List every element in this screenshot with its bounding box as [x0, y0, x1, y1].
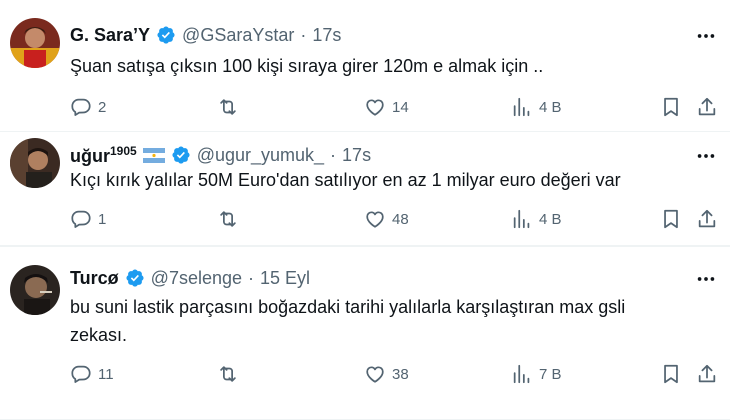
- display-name[interactable]: Turcø: [70, 268, 119, 289]
- tweet-header: G. Sara’Y @GSaraYstar · 17s: [70, 22, 341, 48]
- separator-dot: ·: [330, 144, 337, 165]
- view-count: 7 B: [539, 365, 562, 383]
- tweet-1[interactable]: G. Sara’Y @GSaraYstar · 17s Şuan satışa …: [0, 0, 730, 132]
- timestamp[interactable]: 15 Eyl: [260, 268, 310, 289]
- retweet-icon: [220, 99, 236, 115]
- separator-dot: ·: [248, 267, 255, 288]
- like-button[interactable]: 48: [364, 206, 409, 232]
- avatar-image: [10, 18, 60, 68]
- reply-count: 11: [98, 365, 114, 383]
- share-icon: [698, 97, 716, 116]
- heart-icon: [366, 99, 384, 116]
- display-name-superscript: 1905: [110, 143, 137, 158]
- more-options-icon[interactable]: [694, 24, 718, 48]
- view-count: 4 B: [539, 98, 562, 116]
- tweet-3[interactable]: Turcø @7selenge · 15 Eyl bu suni lastik …: [0, 246, 730, 420]
- display-name-text: uğur: [70, 145, 110, 166]
- views-icon: [513, 97, 530, 117]
- reply-icon: [71, 365, 91, 383]
- like-count: 14: [392, 98, 409, 116]
- view-count: 4 B: [539, 210, 562, 228]
- display-name[interactable]: G. Sara’Y: [70, 25, 150, 46]
- views-button[interactable]: 7 B: [511, 361, 562, 387]
- like-button[interactable]: 14: [364, 94, 409, 120]
- separator-dot: ·: [300, 24, 307, 45]
- share-button[interactable]: [696, 94, 718, 120]
- reply-button[interactable]: 1: [70, 206, 106, 232]
- like-count: 48: [392, 210, 409, 228]
- more-options-icon[interactable]: [694, 267, 718, 291]
- avatar[interactable]: [10, 138, 60, 188]
- share-button[interactable]: [696, 206, 718, 232]
- retweet-icon: [220, 211, 236, 227]
- user-handle[interactable]: @7selenge: [151, 268, 242, 289]
- retweet-button[interactable]: [217, 361, 245, 387]
- tweet-header: uğur1905 @ugur_yumuk_ · 17s: [70, 142, 371, 168]
- avatar-image: [10, 138, 60, 188]
- avatar-image: [10, 265, 60, 315]
- tweet-header: Turcø @7selenge · 15 Eyl: [70, 265, 310, 291]
- verified-badge-icon: [156, 25, 176, 45]
- bookmark-button[interactable]: [660, 206, 682, 232]
- tweet-2[interactable]: uğur1905 @ugur_yumuk_ · 17s Kıçı kırık y…: [0, 132, 730, 246]
- views-button[interactable]: 4 B: [511, 206, 562, 232]
- bookmark-icon: [664, 209, 678, 229]
- share-icon: [698, 209, 716, 228]
- argentina-flag-icon: [142, 147, 165, 163]
- tweet-text: bu suni lastik parçasını boğazdaki tarih…: [70, 293, 670, 349]
- display-name[interactable]: uğur1905: [70, 144, 137, 167]
- timestamp[interactable]: 17s: [312, 25, 341, 46]
- reply-button[interactable]: 11: [70, 361, 114, 387]
- user-handle[interactable]: @GSaraYstar: [182, 25, 294, 46]
- views-button[interactable]: 4 B: [511, 94, 562, 120]
- avatar[interactable]: [10, 18, 60, 68]
- verified-badge-icon: [171, 145, 191, 165]
- avatar[interactable]: [10, 265, 60, 315]
- like-button[interactable]: 38: [364, 361, 409, 387]
- reply-count: 1: [98, 210, 107, 228]
- verified-badge-icon: [125, 268, 145, 288]
- views-icon: [513, 209, 530, 229]
- bookmark-button[interactable]: [660, 361, 682, 387]
- bookmark-button[interactable]: [660, 94, 682, 120]
- tweet-text-line: bu suni lastik parçasını boğazdaki tarih…: [70, 297, 626, 317]
- tweet-text: Şuan satışa çıksın 100 kişi sıraya girer…: [70, 56, 544, 76]
- user-handle[interactable]: @ugur_yumuk_: [197, 145, 324, 166]
- more-options-icon[interactable]: [694, 144, 718, 168]
- timestamp[interactable]: 17s: [342, 145, 371, 166]
- reply-icon: [71, 210, 91, 228]
- tweet-text: Kıçı kırık yalılar 50M Euro'dan satılıyo…: [70, 170, 621, 190]
- retweet-button[interactable]: [217, 94, 245, 120]
- action-bar: 11 38 7 B: [70, 361, 720, 387]
- heart-icon: [366, 211, 384, 228]
- share-icon: [698, 364, 716, 383]
- reply-count: 2: [98, 98, 107, 116]
- views-icon: [513, 364, 530, 384]
- like-count: 38: [392, 365, 409, 383]
- bookmark-icon: [664, 364, 678, 384]
- retweet-icon: [220, 366, 236, 382]
- action-bar: 1 48 4 B: [70, 206, 720, 232]
- bookmark-icon: [664, 97, 678, 117]
- reply-button[interactable]: 2: [70, 94, 106, 120]
- share-button[interactable]: [696, 361, 718, 387]
- heart-icon: [366, 366, 384, 383]
- retweet-button[interactable]: [217, 206, 245, 232]
- tweet-text-line: zekası.: [70, 325, 128, 345]
- reply-icon: [71, 98, 91, 116]
- action-bar: 2 14 4 B: [70, 94, 720, 120]
